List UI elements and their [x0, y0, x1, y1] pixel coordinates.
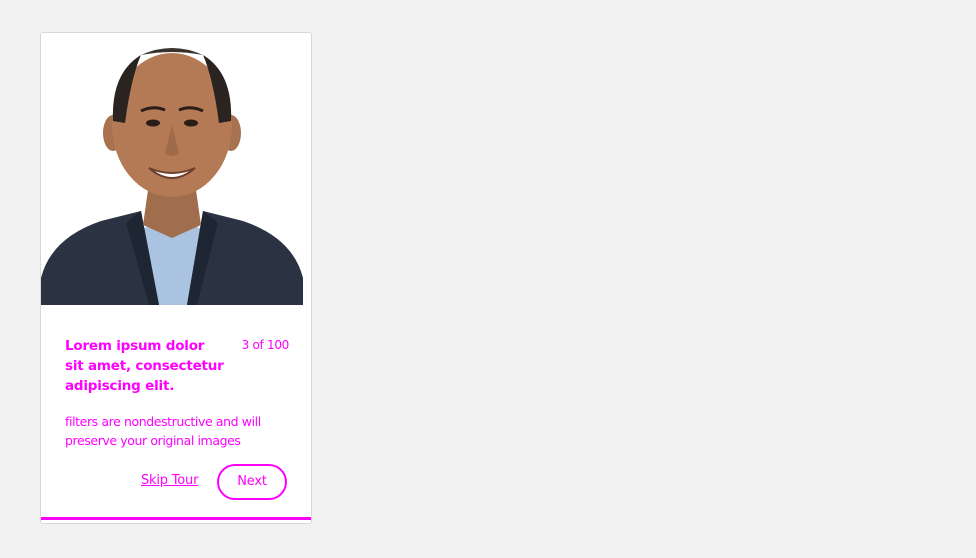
tour-description: filters are nondestructive and will pres… — [65, 414, 261, 448]
progress-bar — [41, 517, 311, 523]
tour-actions: Skip Tour Next — [65, 464, 291, 504]
next-button[interactable]: Next — [217, 464, 287, 500]
portrait-photo — [41, 33, 303, 305]
step-counter: 3 of 100 — [241, 338, 290, 352]
tour-card: Lorem ipsum dolor sit amet, consectetur … — [40, 32, 312, 524]
tour-title: Lorem ipsum dolor sit amet, consectetur … — [65, 338, 224, 394]
skip-tour-link[interactable]: Skip Tour — [141, 473, 198, 488]
